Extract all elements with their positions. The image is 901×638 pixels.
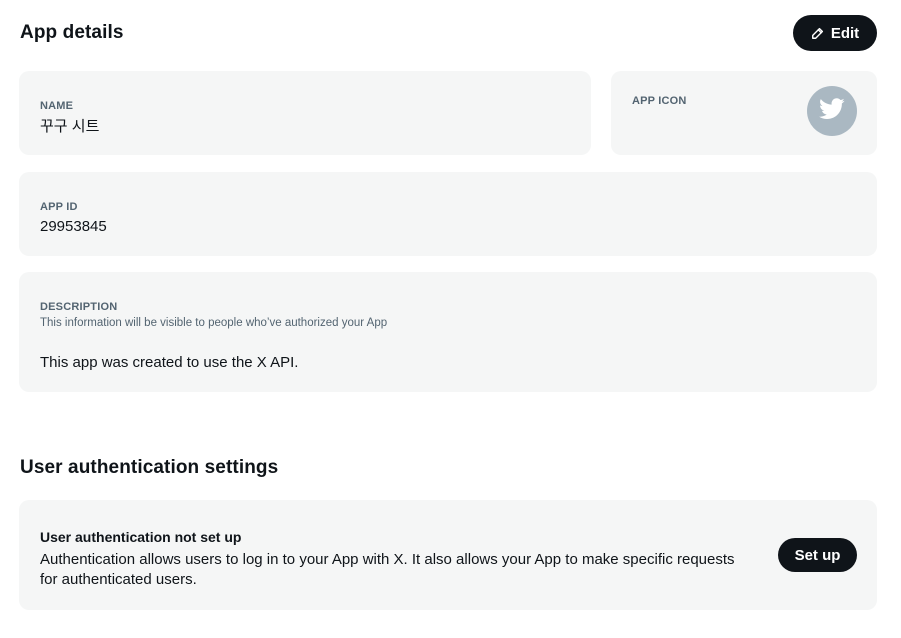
- description-label: DESCRIPTION: [40, 301, 118, 313]
- user-auth-header: User authentication settings: [20, 455, 877, 481]
- name-label: NAME: [40, 100, 74, 112]
- user-auth-card: User authentication not set up Authentic…: [19, 500, 877, 610]
- description-value: This app was created to use the X API.: [40, 354, 299, 371]
- name-value: 꾸구 시트: [40, 118, 100, 135]
- app-id-value: 29953845: [40, 218, 107, 235]
- app-icon-avatar: [807, 86, 857, 136]
- app-icon-card: APP ICON: [611, 71, 877, 155]
- set-up-button[interactable]: Set up: [778, 538, 857, 572]
- user-auth-title: User authentication settings: [20, 457, 279, 478]
- description-hint: This information will be visible to peop…: [40, 317, 388, 329]
- description-card: DESCRIPTION This information will be vis…: [19, 272, 877, 392]
- app-settings-page: App details Edit NAME 꾸구 시트 APP ICON APP…: [0, 0, 901, 638]
- edit-button[interactable]: Edit: [793, 15, 877, 51]
- user-auth-status-description: Authentication allows users to log in to…: [40, 551, 735, 588]
- app-icon-label: APP ICON: [632, 95, 687, 107]
- app-details-header: App details Edit: [20, 15, 877, 51]
- app-id-label: APP ID: [40, 201, 78, 213]
- edit-label: Edit: [830, 24, 860, 42]
- twitter-bird-icon: [819, 97, 845, 125]
- pencil-icon: [811, 26, 825, 40]
- app-details-title: App details: [20, 22, 124, 43]
- name-card: NAME 꾸구 시트: [19, 71, 591, 155]
- app-id-card: APP ID 29953845: [19, 172, 877, 256]
- user-auth-status-title: User authentication not set up: [40, 529, 242, 545]
